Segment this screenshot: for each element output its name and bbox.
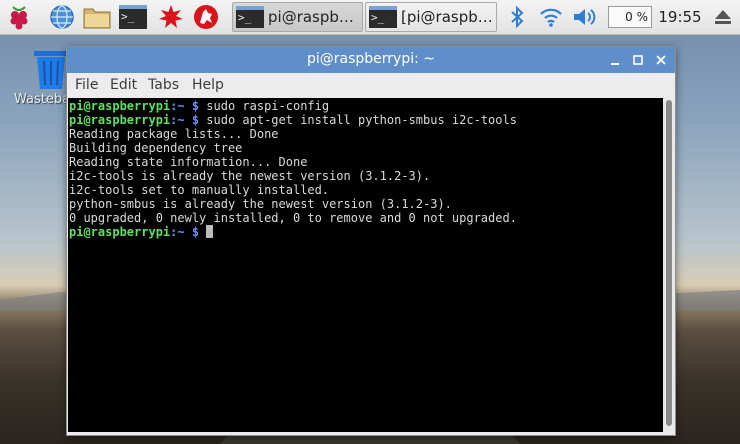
output-text: i2c-tools set to manually installed. xyxy=(69,183,330,197)
bluetooth-icon[interactable] xyxy=(503,3,531,31)
raspberry-menu-icon[interactable] xyxy=(5,3,33,31)
menu-help[interactable]: Help xyxy=(192,77,224,93)
desktop: Wastebasket >_ >_ pi@raspberr >_ [pi@ras… xyxy=(0,0,740,444)
terminal-line: Reading package lists... Done xyxy=(69,127,663,141)
web-browser-icon[interactable] xyxy=(48,3,76,31)
terminal-line: Reading state information... Done xyxy=(69,155,663,169)
clock[interactable]: 19:55 xyxy=(658,8,702,26)
output-text: Reading package lists... Done xyxy=(69,127,279,141)
eject-icon[interactable] xyxy=(709,3,737,31)
terminal-window: pi@raspberrypi: ~ File Edit Tabs Help pi… xyxy=(66,46,676,436)
taskbar: >_ >_ pi@raspberry… >_ [pi@raspberr… xyxy=(0,0,740,35)
output-text: 0 upgraded, 0 newly installed, 0 to remo… xyxy=(69,211,517,225)
window-titlebar[interactable]: pi@raspberrypi: ~ xyxy=(67,47,675,73)
prompt-user: pi@raspberrypi xyxy=(69,225,171,239)
terminal-line: pi@raspberrypi:~ $ sudo apt-get install … xyxy=(69,113,663,127)
wolfram-icon[interactable] xyxy=(192,3,220,31)
terminal-icon: >_ xyxy=(369,6,397,28)
terminal-scrollbar[interactable] xyxy=(663,98,675,432)
prompt-user: pi@raspberrypi xyxy=(69,99,171,113)
terminal-icon: >_ xyxy=(236,6,264,28)
volume-icon[interactable] xyxy=(571,3,599,31)
minimize-button[interactable] xyxy=(605,50,625,70)
terminal-line: i2c-tools set to manually installed. xyxy=(69,183,663,197)
taskbar-task-terminal-2[interactable]: >_ [pi@raspberr… xyxy=(365,2,497,32)
terminal-line: i2c-tools is already the newest version … xyxy=(69,169,663,183)
output-text: Reading state information... Done xyxy=(69,155,308,169)
maximize-button[interactable] xyxy=(628,50,648,70)
output-text: Building dependency tree xyxy=(69,141,243,155)
terminal-cursor xyxy=(206,225,214,238)
scrollbar-thumb[interactable] xyxy=(666,100,672,426)
terminal-line: Building dependency tree xyxy=(69,141,663,155)
terminal-output[interactable]: pi@raspberrypi:~ $ sudo raspi-config pi@r… xyxy=(68,98,663,432)
menu-edit[interactable]: Edit xyxy=(110,77,137,93)
menu-tabs[interactable]: Tabs xyxy=(148,77,179,93)
window-title: pi@raspberrypi: ~ xyxy=(306,51,436,67)
task-label: [pi@raspberr… xyxy=(401,8,496,26)
menubar: File Edit Tabs Help xyxy=(67,73,675,98)
output-text: i2c-tools is already the newest version … xyxy=(69,169,431,183)
prompt-path: :~ $ xyxy=(170,225,200,239)
terminal-line: python-smbus is already the newest versi… xyxy=(69,197,663,211)
terminal-launcher-icon[interactable]: >_ xyxy=(119,3,147,31)
mathematica-icon[interactable] xyxy=(157,3,185,31)
wifi-icon[interactable] xyxy=(537,3,565,31)
close-button[interactable] xyxy=(651,50,671,70)
command-text xyxy=(199,225,206,239)
command-text: sudo apt-get install python-smbus i2c-to… xyxy=(199,113,517,127)
menu-file[interactable]: File xyxy=(75,77,98,93)
prompt-user: pi@raspberrypi xyxy=(69,113,171,127)
terminal-line: 0 upgraded, 0 newly installed, 0 to remo… xyxy=(69,211,663,225)
task-label: pi@raspberry… xyxy=(268,8,362,26)
taskbar-task-terminal-1[interactable]: >_ pi@raspberry… xyxy=(232,2,363,32)
output-text: python-smbus is already the newest versi… xyxy=(69,197,452,211)
prompt-path: :~ $ xyxy=(170,113,200,127)
terminal-line: pi@raspberrypi:~ $ xyxy=(69,225,663,239)
file-manager-icon[interactable] xyxy=(83,3,111,31)
terminal-line: pi@raspberrypi:~ $ sudo raspi-config xyxy=(69,99,663,113)
prompt-path: :~ $ xyxy=(170,99,200,113)
command-text: sudo raspi-config xyxy=(199,99,330,113)
cpu-usage-monitor[interactable]: 0 % xyxy=(608,6,652,28)
